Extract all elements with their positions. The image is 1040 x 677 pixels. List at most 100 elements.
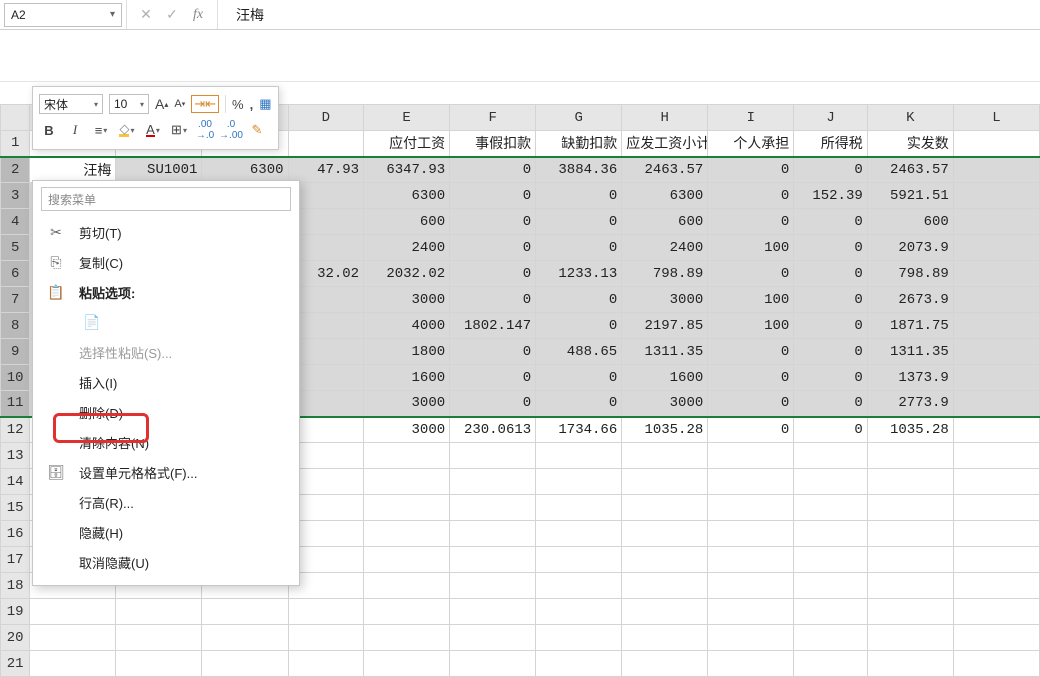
font-color-icon[interactable]: A▾ [143,124,163,137]
cell[interactable]: 1600 [364,365,450,391]
cell[interactable] [953,157,1039,183]
cell[interactable] [708,651,794,677]
cell[interactable] [953,365,1039,391]
cell[interactable] [794,469,867,495]
cell[interactable]: 1311.35 [867,339,953,365]
cell[interactable] [364,599,450,625]
cell[interactable] [622,521,708,547]
cell[interactable]: 100 [708,235,794,261]
cell[interactable] [953,625,1039,651]
cell[interactable] [450,495,536,521]
increase-font-icon[interactable]: A▴ [155,96,168,112]
table-row[interactable]: 21 [1,651,1040,677]
borders-icon[interactable]: ⊞▾ [169,122,189,138]
col-header-E[interactable]: E [364,105,450,131]
cell[interactable] [953,339,1039,365]
cell[interactable] [953,573,1039,599]
cell[interactable]: 2073.9 [867,235,953,261]
cell[interactable]: 0 [536,287,622,313]
font-size-select[interactable]: 10 ▾ [109,94,149,114]
row-header[interactable]: 11 [1,391,30,417]
cell[interactable] [450,521,536,547]
cell[interactable] [450,469,536,495]
cell[interactable]: 0 [794,157,867,183]
row-header[interactable]: 7 [1,287,30,313]
cell[interactable] [953,417,1039,443]
cell[interactable] [708,495,794,521]
cell[interactable] [536,651,622,677]
cell[interactable] [622,573,708,599]
cell[interactable]: 100 [708,287,794,313]
cell[interactable]: 2463.57 [622,157,708,183]
cell[interactable] [708,521,794,547]
cell[interactable]: 0 [708,183,794,209]
align-icon[interactable]: ≡▾ [91,123,111,138]
cell[interactable]: 0 [536,313,622,339]
cell[interactable] [622,469,708,495]
cell[interactable] [622,599,708,625]
cell[interactable] [867,443,953,469]
row-header[interactable]: 8 [1,313,30,339]
cell[interactable] [364,625,450,651]
cell[interactable] [622,547,708,573]
row-header[interactable]: 3 [1,183,30,209]
cell[interactable] [450,443,536,469]
cell[interactable]: 2400 [364,235,450,261]
cell[interactable]: 1373.9 [867,365,953,391]
cell[interactable]: 0 [536,391,622,417]
cell[interactable] [116,625,202,651]
cell[interactable]: 0 [794,365,867,391]
cell[interactable] [953,313,1039,339]
row-header[interactable]: 4 [1,209,30,235]
cell[interactable]: 1734.66 [536,417,622,443]
cell[interactable] [536,625,622,651]
col-header-K[interactable]: K [867,105,953,131]
cell[interactable] [708,547,794,573]
cell[interactable]: 230.0613 [450,417,536,443]
cell[interactable] [536,599,622,625]
cell[interactable]: 0 [450,157,536,183]
cell[interactable]: 2032.02 [364,261,450,287]
cell[interactable] [953,391,1039,417]
cell[interactable] [794,625,867,651]
cell[interactable] [364,521,450,547]
col-header-F[interactable]: F [450,105,536,131]
cell[interactable] [867,469,953,495]
cell[interactable] [867,625,953,651]
cell[interactable] [202,651,288,677]
row-header[interactable]: 21 [1,651,30,677]
cell[interactable]: 0 [794,209,867,235]
col-header-H[interactable]: H [622,105,708,131]
cell[interactable]: 488.65 [536,339,622,365]
cell[interactable] [794,599,867,625]
percent-icon[interactable]: % [232,97,244,112]
cell[interactable]: 0 [450,183,536,209]
cell[interactable]: 4000 [364,313,450,339]
cell[interactable] [708,599,794,625]
menu-unhide[interactable]: 取消隐藏(U) [33,547,299,577]
cell[interactable]: 0 [708,209,794,235]
cell[interactable] [794,443,867,469]
row-header[interactable]: 1 [1,131,30,157]
format-painter-icon[interactable]: ✎ [247,122,267,138]
cell[interactable] [953,261,1039,287]
cell[interactable]: 0 [450,261,536,287]
row-header[interactable]: 2 [1,157,30,183]
cell[interactable]: 0 [450,339,536,365]
cell[interactable] [536,547,622,573]
row-header[interactable]: 16 [1,521,30,547]
cell[interactable]: 0 [794,261,867,287]
cell[interactable] [794,651,867,677]
cell[interactable]: 600 [622,209,708,235]
cell[interactable]: 2400 [622,235,708,261]
col-header-G[interactable]: G [536,105,622,131]
cell[interactable] [953,547,1039,573]
cell[interactable]: 798.89 [867,261,953,287]
row-header[interactable]: 13 [1,443,30,469]
cell[interactable]: 0 [794,313,867,339]
cell[interactable] [450,599,536,625]
cell[interactable]: 2773.9 [867,391,953,417]
cell[interactable]: 0 [794,339,867,365]
col-header-D[interactable]: D [288,105,364,131]
table-row[interactable]: 19 [1,599,1040,625]
